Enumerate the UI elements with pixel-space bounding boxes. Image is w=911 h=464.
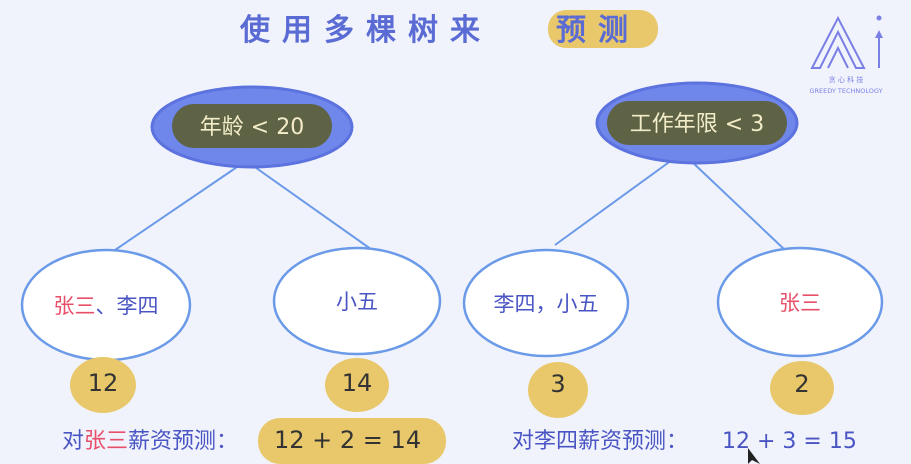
svg-text:工作年限 < 3: 工作年限 < 3 xyxy=(630,112,764,137)
tree2-left-value: 3 xyxy=(550,370,565,398)
title: 使用多棵树来 xyxy=(239,13,492,48)
svg-text:贪 心 科 技: 贪 心 科 技 xyxy=(829,75,864,84)
title-highlight-text: 预测 xyxy=(556,13,640,48)
tree2-right-label: 张三 xyxy=(779,291,821,315)
prediction-lisi-expr: 12 + 3 = 15 xyxy=(722,429,857,454)
logo: 贪 心 科 技 GREEDY TECHNOLOGY xyxy=(809,15,883,95)
edges xyxy=(114,159,786,253)
prediction-lisi: 对李四薪资预测： xyxy=(512,429,688,454)
tree1-right-value: 14 xyxy=(342,369,373,397)
prediction-zhangsan: 对张三薪资预测： xyxy=(62,429,238,454)
tree2-left-label: 李四，小五 xyxy=(494,292,599,316)
tree1-root-node: 年龄 < 20 xyxy=(150,85,354,169)
diagram: 使用多棵树来 预测 贪 心 科 技 GREEDY TECHNOLOGY 年龄 <… xyxy=(20,10,884,464)
svg-text:年龄 < 20: 年龄 < 20 xyxy=(200,115,304,140)
tree1-left-label: 张三、李四 xyxy=(54,294,159,318)
tree1-right-label: 小五 xyxy=(336,290,378,314)
slide: 使用多棵树来 预测 贪 心 科 技 GREEDY TECHNOLOGY 年龄 <… xyxy=(0,0,911,464)
tree1-left-value: 12 xyxy=(88,369,119,397)
prediction-zhangsan-expr: 12 + 2 = 14 xyxy=(274,426,421,454)
tree2-right-value: 2 xyxy=(794,370,809,398)
svg-text:GREEDY TECHNOLOGY: GREEDY TECHNOLOGY xyxy=(809,87,882,95)
tree2-root-node: 工作年限 < 3 xyxy=(595,81,799,165)
